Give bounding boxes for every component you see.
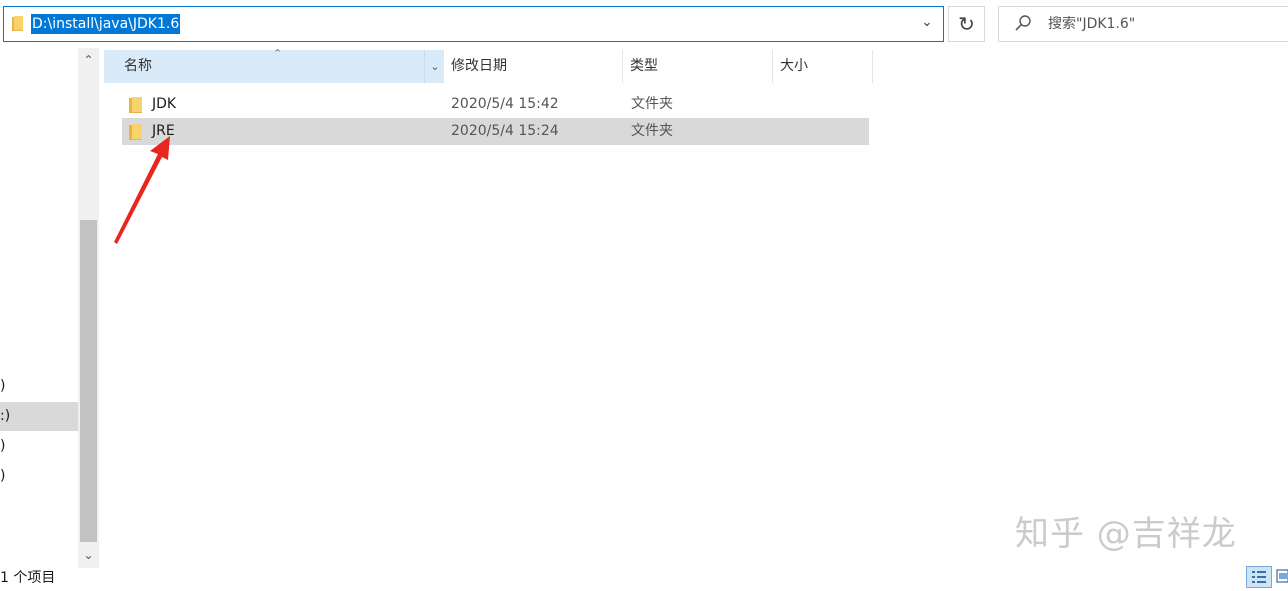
search-input[interactable]: [998, 6, 1288, 42]
address-path[interactable]: D:\install\java\JDK1.6: [31, 14, 181, 34]
nav-item[interactable]: ): [0, 462, 78, 491]
refresh-button[interactable]: ↻: [948, 6, 985, 42]
nav-item-selected[interactable]: :): [0, 402, 78, 431]
chevron-down-icon[interactable]: ⌄: [918, 13, 936, 33]
column-header-type[interactable]: 类型: [623, 50, 773, 83]
folder-icon: [129, 97, 142, 113]
folder-icon: [12, 16, 23, 31]
search-placeholder: 搜索"JDK1.6": [1048, 16, 1136, 32]
file-type: 文件夹: [631, 123, 673, 139]
file-date: 2020/5/4 15:42: [451, 96, 559, 112]
column-header-date[interactable]: 修改日期: [444, 50, 623, 83]
file-type: 文件夹: [631, 96, 673, 112]
file-row[interactable]: JDK 2020/5/4 15:42 文件夹: [122, 91, 869, 118]
nav-item[interactable]: ): [0, 372, 78, 401]
search-icon: [1015, 15, 1031, 31]
scroll-up-icon[interactable]: ⌃: [78, 50, 99, 70]
sort-ascending-icon: ⌃: [273, 47, 283, 60]
tiles-view-icon: [1276, 569, 1288, 583]
tiles-view-button[interactable]: [1276, 566, 1288, 588]
details-view-icon: [1252, 571, 1266, 583]
watermark: 知乎 @吉祥龙: [1015, 514, 1237, 554]
file-date: 2020/5/4 15:24: [451, 123, 559, 139]
file-row-selected[interactable]: JRE 2020/5/4 15:24 文件夹: [122, 118, 869, 145]
annotation-arrow-icon: [114, 136, 170, 244]
file-name: JDK: [152, 96, 177, 112]
column-filter-chevron-icon[interactable]: ⌄: [424, 50, 445, 83]
scrollbar-thumb[interactable]: [80, 220, 97, 542]
refresh-icon: ↻: [958, 12, 975, 36]
column-header-size[interactable]: 大小: [773, 50, 873, 83]
details-view-button[interactable]: [1246, 566, 1272, 588]
scroll-down-icon[interactable]: ⌄: [78, 545, 99, 565]
nav-item[interactable]: ): [0, 432, 78, 461]
status-item-count: 1 个项目: [0, 570, 56, 586]
